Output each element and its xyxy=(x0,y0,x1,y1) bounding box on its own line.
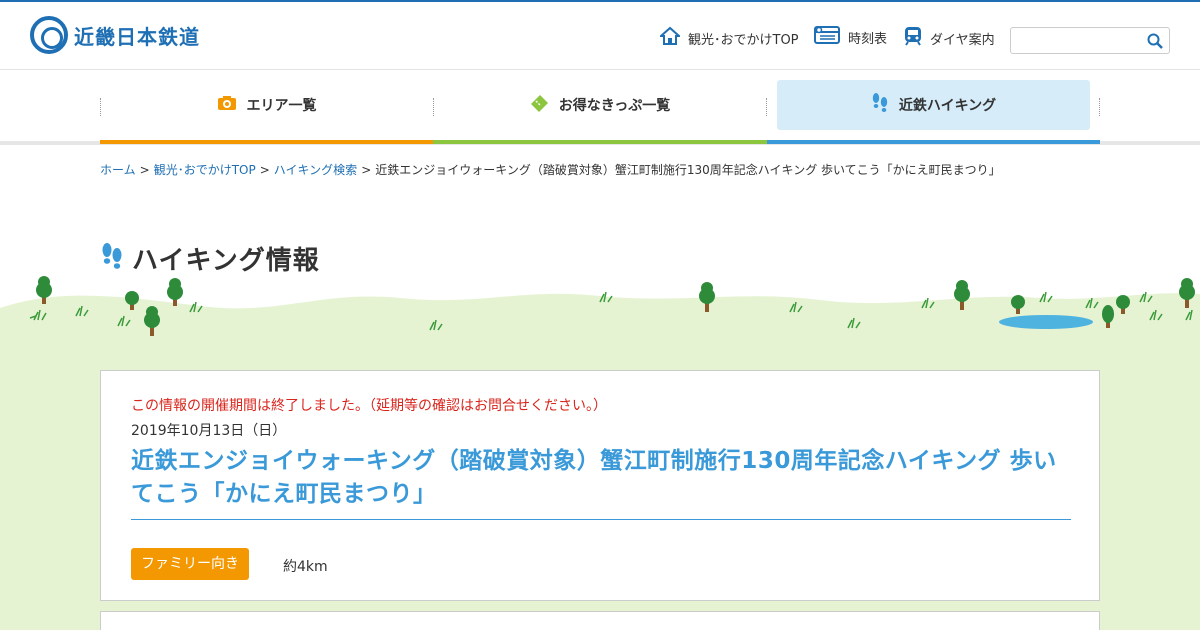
page-heading: ハイキング情報 xyxy=(132,246,320,276)
site-logo[interactable]: 近畿日本鉄道 xyxy=(30,16,200,54)
event-date: 2019年10月13日（日） xyxy=(131,423,287,439)
breadcrumb-link-hiking-search[interactable]: ハイキング検索 xyxy=(274,163,357,177)
header-link-label: 時刻表 xyxy=(848,31,888,47)
breadcrumb-separator: > xyxy=(259,163,270,177)
search-icon[interactable] xyxy=(1146,32,1164,50)
header-link-diagram[interactable]: ダイヤ案内 xyxy=(904,26,995,50)
pond-icon xyxy=(999,315,1093,329)
event-detail-card xyxy=(100,611,1100,630)
breadcrumb-separator: > xyxy=(361,163,372,177)
breadcrumb: ホーム > 観光･おでかけTOP > ハイキング検索 > 近鉄エンジョイウォーキング（踏破賞… xyxy=(100,161,1001,178)
logo-text: 近畿日本鉄道 xyxy=(74,24,200,49)
footprints-icon xyxy=(871,92,889,118)
main-navigation: エリア一覧 お得なきっぷ一覧 近鉄ハイキング xyxy=(0,70,1200,145)
difficulty-badge: ファミリー向き xyxy=(131,548,249,580)
nav-underline-orange xyxy=(100,140,433,144)
search-input[interactable] xyxy=(1011,28,1139,53)
timetable-icon xyxy=(814,26,840,48)
train-icon xyxy=(904,26,922,50)
breadcrumb-current: 近鉄エンジョイウォーキング（踏破賞対象）蟹江町制施行130周年記念ハイキング 歩… xyxy=(375,163,1001,177)
nav-separator xyxy=(1099,98,1100,116)
header-link-sightseeing-top[interactable]: 観光･おでかけTOP xyxy=(658,26,799,50)
breadcrumb-link-sightseeing[interactable]: 観光･おでかけTOP xyxy=(154,163,256,177)
event-card: この情報の開催期間は終了しました。（延期等の確認はお問合せください。） 2019… xyxy=(100,370,1100,601)
nav-label: 近鉄ハイキング xyxy=(898,98,997,114)
nav-separator xyxy=(766,98,767,116)
nav-underline-blue xyxy=(767,140,1100,144)
site-header: 近畿日本鉄道 観光･おでかけTOP 時刻表 ダイヤ案内 xyxy=(0,2,1200,70)
event-distance: 約4km xyxy=(283,559,328,575)
camera-icon xyxy=(217,95,237,115)
page-title: ハイキング情報 xyxy=(100,240,320,277)
site-search xyxy=(1010,27,1170,54)
nav-underline-green xyxy=(433,140,767,144)
footprints-icon xyxy=(100,242,124,276)
kintetsu-logo-icon xyxy=(30,16,68,54)
nav-kintetsu-hiking[interactable]: 近鉄ハイキング xyxy=(777,80,1090,130)
nav-ticket-list[interactable]: お得なきっぷ一覧 xyxy=(433,80,766,130)
ticket-icon xyxy=(529,94,549,116)
header-link-timetable[interactable]: 時刻表 xyxy=(814,26,887,48)
event-title: 近鉄エンジョイウォーキング（踏破賞対象）蟹江町制施行130周年記念ハイキング 歩… xyxy=(131,445,1071,520)
nav-area-list[interactable]: エリア一覧 xyxy=(100,80,433,130)
header-link-label: 観光･おでかけTOP xyxy=(688,32,799,48)
breadcrumb-separator: > xyxy=(139,163,150,177)
event-ended-notice: この情報の開催期間は終了しました。（延期等の確認はお問合せください。） xyxy=(131,398,607,414)
tree-icon xyxy=(167,278,183,306)
nav-label: お得なきっぷ一覧 xyxy=(558,98,671,114)
home-icon xyxy=(658,26,682,50)
header-link-label: ダイヤ案内 xyxy=(930,32,995,48)
breadcrumb-link-home[interactable]: ホーム xyxy=(100,163,136,177)
nav-label: エリア一覧 xyxy=(246,98,317,114)
